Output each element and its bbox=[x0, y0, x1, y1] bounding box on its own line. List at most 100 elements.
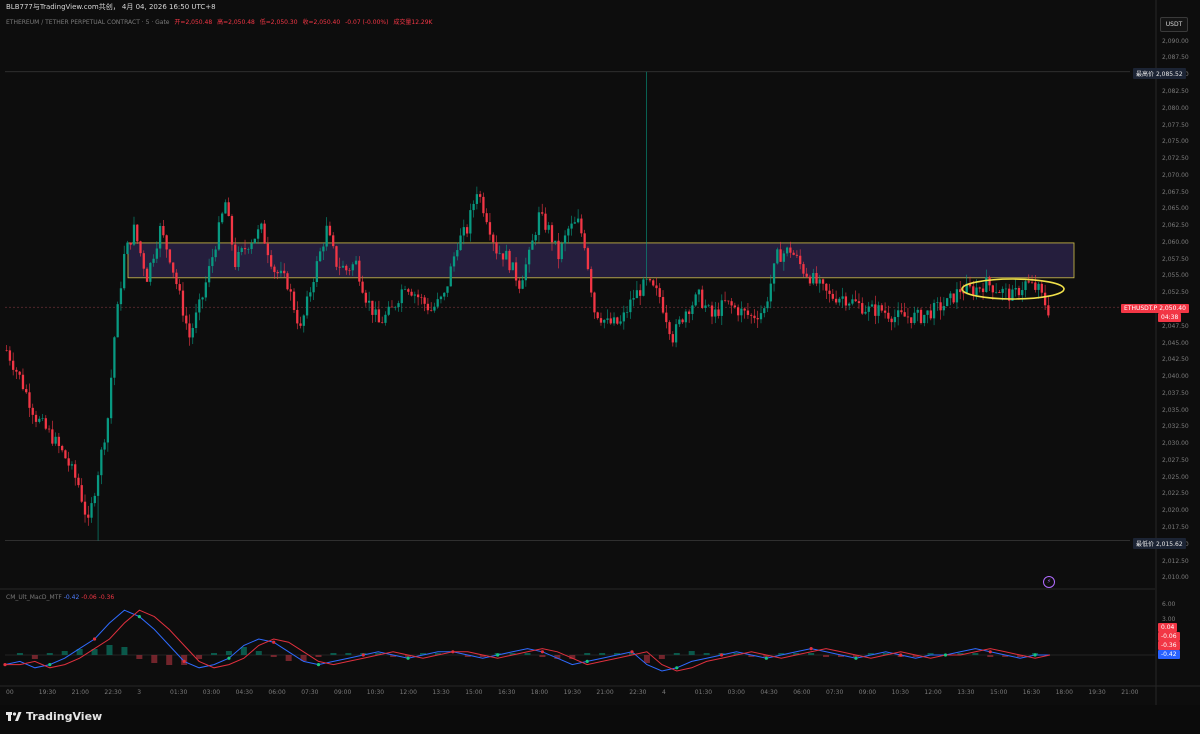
candle-body bbox=[988, 277, 991, 286]
cross-dot bbox=[48, 663, 52, 667]
candle-body bbox=[256, 229, 260, 239]
candle-body bbox=[805, 273, 808, 277]
candle-body bbox=[671, 334, 674, 343]
candle-body bbox=[423, 297, 426, 304]
candle-body bbox=[312, 282, 315, 293]
candle-body bbox=[430, 310, 433, 311]
histogram-bar bbox=[823, 655, 830, 657]
candle-body bbox=[129, 242, 132, 245]
candle-body bbox=[932, 302, 936, 319]
candle-body bbox=[400, 289, 403, 304]
price-tick-label: 2,027.50 bbox=[1162, 456, 1189, 464]
candle-body bbox=[547, 225, 550, 230]
candle-body bbox=[952, 293, 955, 303]
candle-body bbox=[207, 266, 211, 283]
candle-body bbox=[90, 503, 93, 518]
histogram-bar bbox=[315, 655, 322, 657]
candle-body bbox=[273, 266, 276, 273]
candle-body bbox=[913, 312, 916, 323]
candle-body bbox=[756, 318, 759, 320]
candle-body bbox=[162, 225, 165, 236]
candle-body bbox=[289, 289, 292, 292]
candle-body bbox=[397, 303, 400, 308]
time-tick-label: 19:30 bbox=[563, 689, 581, 696]
price-chart[interactable] bbox=[0, 0, 1200, 734]
time-tick-label: 06:00 bbox=[793, 689, 811, 696]
candle-body bbox=[570, 223, 573, 229]
candle-body bbox=[834, 298, 838, 303]
candle-body bbox=[106, 418, 110, 443]
candle-body bbox=[785, 247, 789, 254]
candle-body bbox=[541, 212, 544, 214]
histogram-bar bbox=[151, 655, 158, 663]
candle-body bbox=[890, 318, 893, 323]
time-tick-label: 12:00 bbox=[399, 689, 417, 696]
candle-body bbox=[145, 268, 149, 282]
candle-body bbox=[645, 278, 648, 280]
candle-body bbox=[707, 305, 710, 307]
lightning-icon[interactable]: ⚡ bbox=[1043, 576, 1055, 588]
candle-body bbox=[31, 407, 34, 415]
candle-body bbox=[652, 280, 655, 286]
candle-body bbox=[929, 310, 932, 319]
candle-body bbox=[998, 291, 1001, 293]
candle-body bbox=[848, 303, 851, 306]
candle-body bbox=[443, 292, 446, 297]
candle-body bbox=[296, 309, 299, 324]
candle-body bbox=[462, 227, 465, 236]
candle-body bbox=[260, 223, 263, 230]
candle-body bbox=[384, 314, 387, 323]
candle-body bbox=[191, 328, 194, 338]
candle-body bbox=[498, 253, 501, 254]
price-tick-label: 2,040.00 bbox=[1162, 373, 1189, 381]
countdown-tag: 04:38 bbox=[1158, 313, 1182, 322]
candle-body bbox=[684, 311, 688, 323]
footer-bar bbox=[0, 705, 1200, 734]
candle-body bbox=[919, 309, 923, 324]
candle-body bbox=[665, 312, 668, 323]
candle-body bbox=[799, 255, 802, 265]
candle-body bbox=[21, 374, 25, 390]
candle-body bbox=[782, 253, 785, 262]
price-tick-label: 2,077.50 bbox=[1162, 121, 1189, 129]
histogram-bar bbox=[703, 653, 710, 655]
candle-body bbox=[1021, 290, 1024, 296]
tradingview-logo-icon bbox=[6, 712, 22, 721]
candle-body bbox=[978, 287, 981, 289]
candle-body bbox=[508, 250, 511, 271]
candle-body bbox=[387, 306, 390, 315]
time-tick-label: 22:30 bbox=[104, 689, 122, 696]
candle-body bbox=[472, 203, 475, 211]
candle-body bbox=[87, 514, 90, 518]
candle-body bbox=[439, 296, 443, 300]
candle-body bbox=[188, 323, 191, 338]
candle-body bbox=[371, 300, 374, 315]
price-tick-label: 2,072.50 bbox=[1162, 155, 1189, 163]
candle-body bbox=[870, 304, 874, 307]
time-tick-label: 09:00 bbox=[334, 689, 352, 696]
indicator-legend[interactable]: CM_Ult_MacD_MTF -0.42 -0.06 -0.36 bbox=[6, 594, 114, 601]
current-price-value: 2,050.40 bbox=[1159, 305, 1186, 312]
candle-body bbox=[413, 294, 416, 296]
histogram-bar bbox=[643, 655, 650, 663]
candle-body bbox=[214, 249, 217, 258]
histogram-bar bbox=[211, 653, 217, 655]
candle-body bbox=[818, 279, 821, 284]
candle-body bbox=[38, 418, 41, 422]
tradingview-logo[interactable]: TradingView bbox=[6, 710, 102, 723]
candle-body bbox=[113, 337, 116, 378]
candle-body bbox=[926, 310, 929, 315]
price-tick-label: 2,042.50 bbox=[1162, 356, 1189, 364]
candle-body bbox=[730, 301, 733, 306]
cross-dot bbox=[137, 615, 141, 619]
price-tick-label: 2,010.00 bbox=[1162, 574, 1189, 582]
candle-body bbox=[8, 350, 12, 361]
candle-body bbox=[332, 235, 335, 247]
candle-body bbox=[501, 253, 505, 260]
candle-body bbox=[746, 310, 750, 315]
candle-body bbox=[841, 296, 844, 299]
candle-body bbox=[449, 266, 452, 287]
candle-body bbox=[727, 300, 730, 302]
candle-body bbox=[857, 301, 861, 304]
candle-body bbox=[276, 272, 279, 274]
